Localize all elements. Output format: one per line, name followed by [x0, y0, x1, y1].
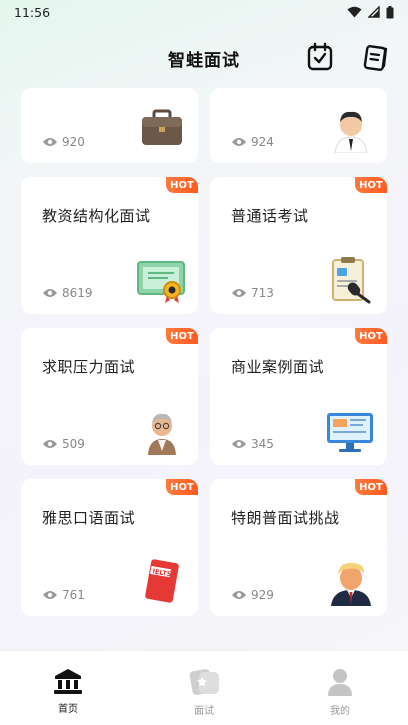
ielts-book-icon: IELTS: [145, 559, 179, 603]
view-count: 929: [231, 588, 274, 602]
view-count-value: 761: [62, 588, 85, 602]
status-bar: 11:56: [0, 0, 408, 24]
tab-home[interactable]: 首页: [28, 667, 108, 715]
elder-interviewer-icon: [148, 413, 176, 455]
notebook-icon: [363, 45, 388, 71]
interview-card[interactable]: HOT 特朗普面试挑战 929: [210, 479, 387, 616]
tab-label: 首页: [58, 704, 78, 715]
view-count-value: 920: [62, 135, 85, 149]
view-count-value: 345: [251, 437, 274, 451]
view-count-value: 924: [251, 135, 274, 149]
notes-button[interactable]: [362, 42, 390, 72]
view-count: 924: [231, 135, 274, 149]
status-time: 11:56: [14, 4, 51, 20]
tab-label: 面试: [194, 706, 214, 717]
view-count-value: 713: [251, 286, 274, 300]
checklist-button[interactable]: [306, 42, 334, 72]
businessman-avatar-icon: [334, 111, 368, 153]
wifi-icon: [347, 6, 362, 18]
view-count: 8619: [42, 286, 93, 300]
view-count: 345: [231, 437, 274, 451]
view-count-value: 929: [251, 588, 274, 602]
trump-avatar-icon: [331, 562, 371, 606]
view-count: 509: [42, 437, 85, 451]
hot-badge: HOT: [166, 479, 198, 495]
card-title: 雅思口语面试: [42, 509, 136, 527]
interview-card[interactable]: HOT 求职压力面试 509: [21, 328, 198, 465]
view-count: 761: [42, 588, 85, 602]
card-title: 求职压力面试: [42, 358, 136, 376]
monitor-icon: [327, 413, 373, 452]
interview-card[interactable]: HOT 商业案例面试 345: [210, 328, 387, 465]
eye-icon: [232, 440, 246, 448]
bottom-tab-bar: 首页 面试 我的: [0, 650, 408, 725]
app-header: 智蛙面试: [0, 38, 408, 78]
eye-icon: [43, 138, 57, 146]
interview-cards-icon: [189, 669, 219, 695]
eye-icon: [232, 138, 246, 146]
battery-icon: [386, 5, 394, 18]
view-count: 713: [231, 286, 274, 300]
calendar-check-icon: [307, 42, 333, 71]
status-icons: [347, 5, 394, 19]
certificate-icon: [137, 261, 185, 303]
view-count: 920: [42, 135, 85, 149]
eye-icon: [43, 591, 57, 599]
card-title: 普通话考试: [231, 207, 309, 225]
signal-icon: [368, 6, 380, 18]
profile-icon: [328, 669, 352, 696]
eye-icon: [232, 289, 246, 297]
page-title: 智蛙面试: [168, 50, 240, 71]
hot-badge: HOT: [166, 328, 198, 344]
hot-badge: HOT: [355, 479, 387, 495]
eye-icon: [43, 440, 57, 448]
interview-card[interactable]: 920: [21, 88, 198, 163]
eye-icon: [43, 289, 57, 297]
clipboard-microphone-icon: [332, 257, 371, 304]
hot-badge: HOT: [355, 177, 387, 193]
home-bank-icon: [54, 669, 82, 694]
tab-interview[interactable]: 面试: [164, 667, 244, 717]
tab-profile[interactable]: 我的: [300, 667, 380, 717]
card-title: 特朗普面试挑战: [231, 509, 340, 527]
eye-icon: [232, 591, 246, 599]
tab-label: 我的: [330, 706, 350, 717]
interview-card[interactable]: 924: [210, 88, 387, 163]
interview-card[interactable]: HOT 普通话考试 713: [210, 177, 387, 314]
view-count-value: 8619: [62, 286, 93, 300]
card-title: 教资结构化面试: [42, 207, 151, 225]
briefcase-icon: [142, 109, 182, 145]
view-count-value: 509: [62, 437, 85, 451]
hot-badge: HOT: [355, 328, 387, 344]
card-title: 商业案例面试: [231, 358, 325, 376]
interview-card[interactable]: HOT 教资结构化面试 8619: [21, 177, 198, 314]
hot-badge: HOT: [166, 177, 198, 193]
interview-card[interactable]: HOT 雅思口语面试 761 IELTS: [21, 479, 198, 616]
